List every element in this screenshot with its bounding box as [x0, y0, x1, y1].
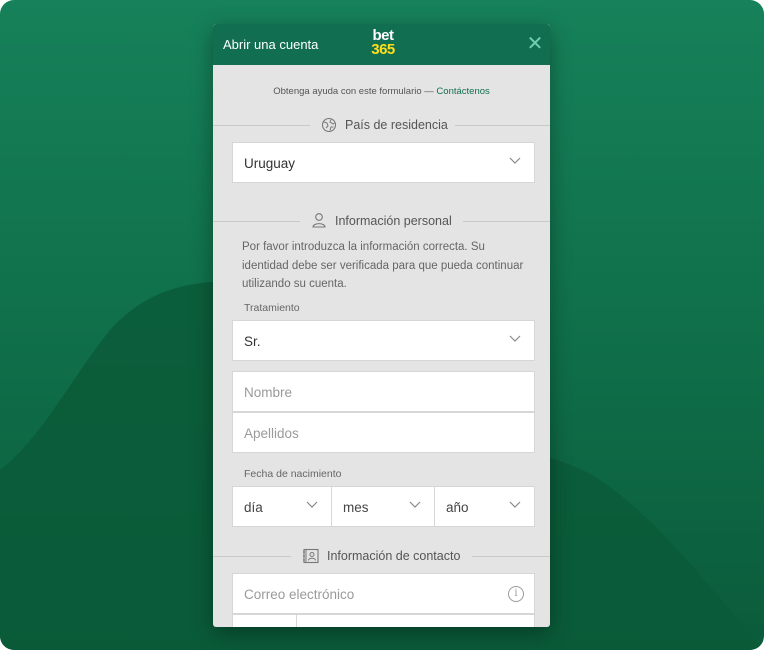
title-value: Sr. [244, 334, 261, 349]
title-caption: Tratamiento [244, 302, 300, 314]
last-name-field[interactable]: Apellidos [232, 412, 535, 453]
first-name-field[interactable]: Nombre [232, 371, 535, 412]
email-field[interactable]: Correo electrónico i [232, 573, 535, 614]
contact-section-title: Información de contacto [213, 547, 550, 567]
divider [455, 125, 550, 126]
globe-icon [321, 117, 337, 133]
divider [463, 221, 550, 222]
last-name-placeholder: Apellidos [244, 426, 299, 441]
signup-modal: Abrir una cuenta bet 365 ✕ Obtenga ayuda… [213, 24, 550, 627]
contact-label: Información de contacto [327, 549, 461, 563]
divider [213, 556, 291, 557]
first-name-placeholder: Nombre [244, 385, 293, 400]
chevron-down-icon [509, 335, 521, 342]
phone-prefix-field[interactable] [232, 614, 297, 627]
address-book-icon [303, 548, 319, 564]
chevron-down-icon [306, 501, 318, 508]
modal-header: Abrir una cuenta bet 365 ✕ [213, 24, 550, 65]
info-icon[interactable]: i [508, 586, 524, 602]
chevron-down-icon [409, 501, 421, 508]
help-line: Obtenga ayuda con este formulario — Cont… [213, 86, 550, 97]
personal-section-title: Información personal [213, 212, 550, 232]
residence-section-title: País de residencia [213, 116, 550, 136]
email-placeholder: Correo electrónico [244, 587, 355, 602]
country-select[interactable]: Uruguay [232, 142, 535, 183]
dob-caption: Fecha de nacimiento [244, 468, 342, 480]
personal-label: Información personal [335, 214, 452, 228]
chevron-down-icon [509, 501, 521, 508]
year-select[interactable]: año [434, 486, 535, 527]
user-icon [312, 213, 326, 228]
chevron-down-icon [509, 157, 521, 164]
divider [213, 221, 300, 222]
modal-title: Abrir una cuenta [223, 37, 319, 52]
close-icon[interactable]: ✕ [525, 34, 545, 54]
month-placeholder: mes [343, 500, 369, 515]
help-text: Obtenga ayuda con este formulario — [273, 86, 434, 97]
day-select[interactable]: día [232, 486, 332, 527]
identity-notice: Por favor introduzca la información corr… [242, 241, 524, 290]
title-select[interactable]: Sr. [232, 320, 535, 361]
bet365-logo: bet 365 [366, 28, 400, 59]
day-placeholder: día [244, 500, 263, 515]
divider [213, 125, 310, 126]
month-select[interactable]: mes [331, 486, 435, 527]
logo-text-365: 365 [371, 41, 395, 58]
contact-link[interactable]: Contáctenos [436, 86, 489, 97]
year-placeholder: año [446, 500, 469, 515]
phone-number-field[interactable] [296, 614, 535, 627]
residence-label: País de residencia [345, 118, 448, 132]
divider [472, 556, 550, 557]
country-value: Uruguay [244, 156, 296, 171]
